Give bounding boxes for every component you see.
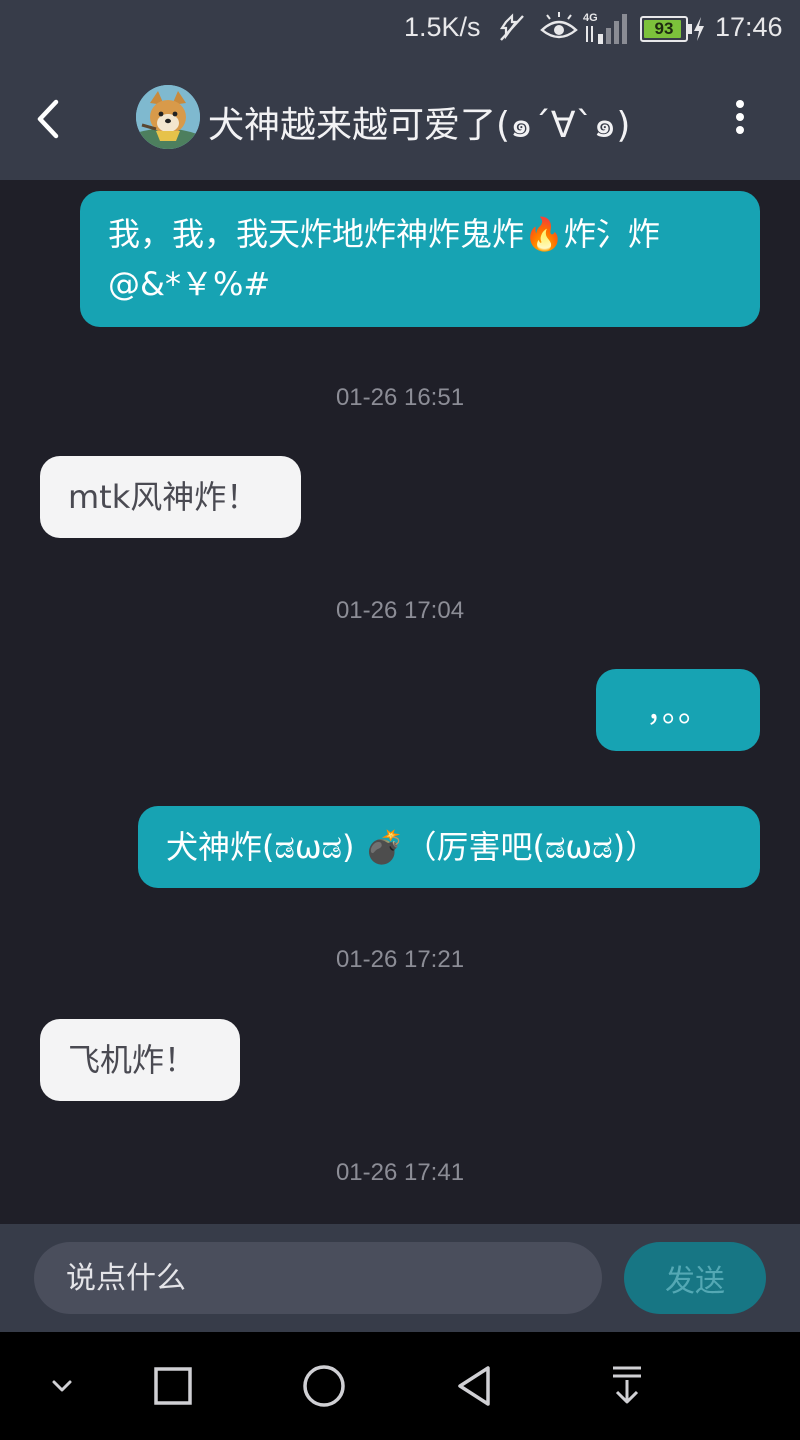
- message-list[interactable]: 我，我，我天炸地炸神炸鬼炸🔥炸氵炸 @&*￥%# 01-26 16:51 mtk…: [0, 180, 800, 1224]
- battery-icon: 93: [640, 16, 688, 42]
- message-text: 飞机炸！: [68, 1041, 197, 1079]
- message-text: 我，我，我天炸地炸神炸鬼炸🔥炸氵炸: [108, 215, 660, 253]
- message-input[interactable]: [34, 1242, 602, 1314]
- send-button[interactable]: 发送: [624, 1242, 766, 1314]
- more-vertical-icon: [736, 100, 744, 134]
- home-button[interactable]: [298, 1360, 350, 1412]
- clock: 17:46: [715, 12, 783, 42]
- message-timestamp: 01-26 17:21: [335, 946, 465, 973]
- back-nav-button[interactable]: [450, 1360, 502, 1412]
- chevron-left-icon: [37, 99, 59, 139]
- network-speed: 1.5K/s: [404, 12, 481, 42]
- message-timestamp: 01-26 17:04: [335, 597, 465, 624]
- hide-nav-button[interactable]: [36, 1360, 88, 1412]
- message-timestamp: 01-26 17:41: [335, 1159, 465, 1186]
- avatar[interactable]: [136, 85, 200, 149]
- back-button[interactable]: [30, 94, 70, 144]
- message-text: @&*￥%#: [108, 265, 271, 303]
- message-bubble-sent[interactable]: ，。。: [596, 669, 760, 751]
- top-bar: 1.5K/s 4G 93 17:46 犬神越来越可爱了(๑´∀`๑): [0, 0, 800, 180]
- square-icon: [154, 1367, 192, 1405]
- eye-icon: [540, 10, 578, 50]
- message-text: mtk风神炸！: [68, 478, 259, 516]
- triangle-back-icon: [458, 1366, 490, 1406]
- message-bubble-sent[interactable]: 我，我，我天炸地炸神炸鬼炸🔥炸氵炸 @&*￥%#: [80, 191, 760, 327]
- composer-bar: 发送: [0, 1224, 800, 1332]
- mute-icon: [498, 10, 526, 50]
- message-bubble-sent[interactable]: 犬神炸(ಡωಡ) 💣（厉害吧(ಡωಡ)）: [138, 806, 760, 888]
- charging-icon: [692, 16, 706, 46]
- system-nav-bar: [0, 1332, 800, 1440]
- message-bubble-received[interactable]: 飞机炸！: [40, 1019, 240, 1101]
- chat-title: 犬神越来越可爱了(๑´∀`๑): [208, 105, 631, 146]
- battery-level: 93: [654, 19, 674, 38]
- chevron-down-icon: [52, 1380, 72, 1392]
- shiba-avatar-icon: [136, 85, 200, 149]
- message-text: 犬神炸(ಡωಡ) 💣（厉害吧(ಡωಡ)）: [166, 828, 658, 866]
- message-timestamp: 01-26 16:51: [335, 384, 465, 411]
- download-icon: [613, 1366, 641, 1404]
- recents-button[interactable]: [147, 1360, 199, 1412]
- network-type-label: 4G: [583, 12, 598, 24]
- circle-home-icon: [303, 1365, 345, 1407]
- chat-header: 犬神越来越可爱了(๑´∀`๑): [0, 58, 800, 180]
- more-options-button[interactable]: [724, 94, 756, 144]
- signal-icon: 4G: [582, 10, 630, 52]
- status-bar: 1.5K/s 4G 93 17:46: [0, 0, 800, 58]
- notification-pull-button[interactable]: [601, 1360, 653, 1412]
- message-bubble-received[interactable]: mtk风神炸！: [40, 456, 301, 538]
- message-text: ，。。: [645, 691, 710, 729]
